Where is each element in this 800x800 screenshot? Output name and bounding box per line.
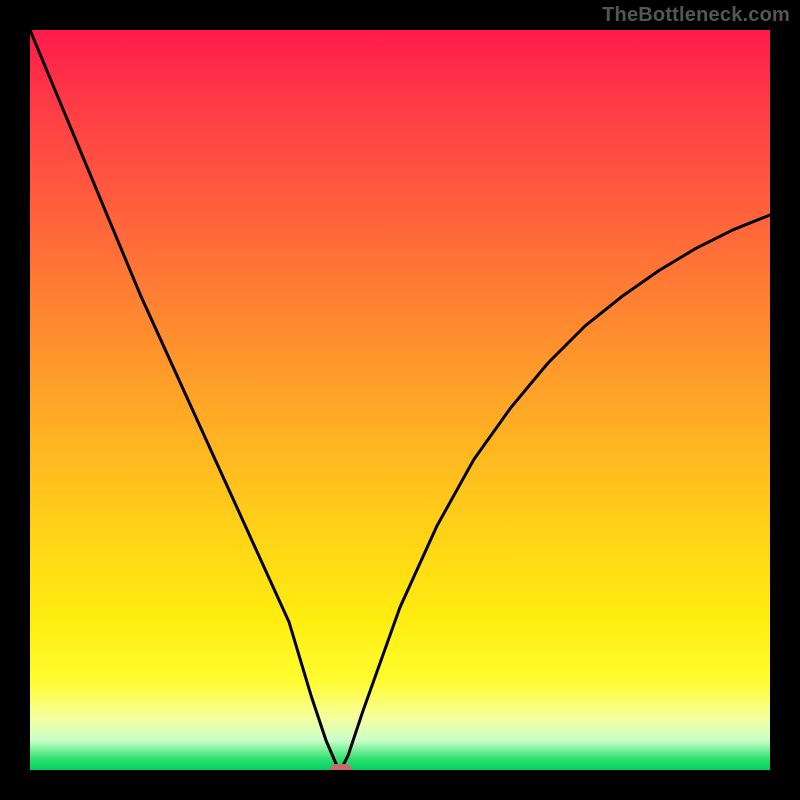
optimum-marker xyxy=(330,764,352,770)
plot-area xyxy=(30,30,770,770)
chart-frame: TheBottleneck.com xyxy=(0,0,800,800)
watermark-label: TheBottleneck.com xyxy=(602,4,790,27)
bottleneck-curve xyxy=(30,30,770,770)
